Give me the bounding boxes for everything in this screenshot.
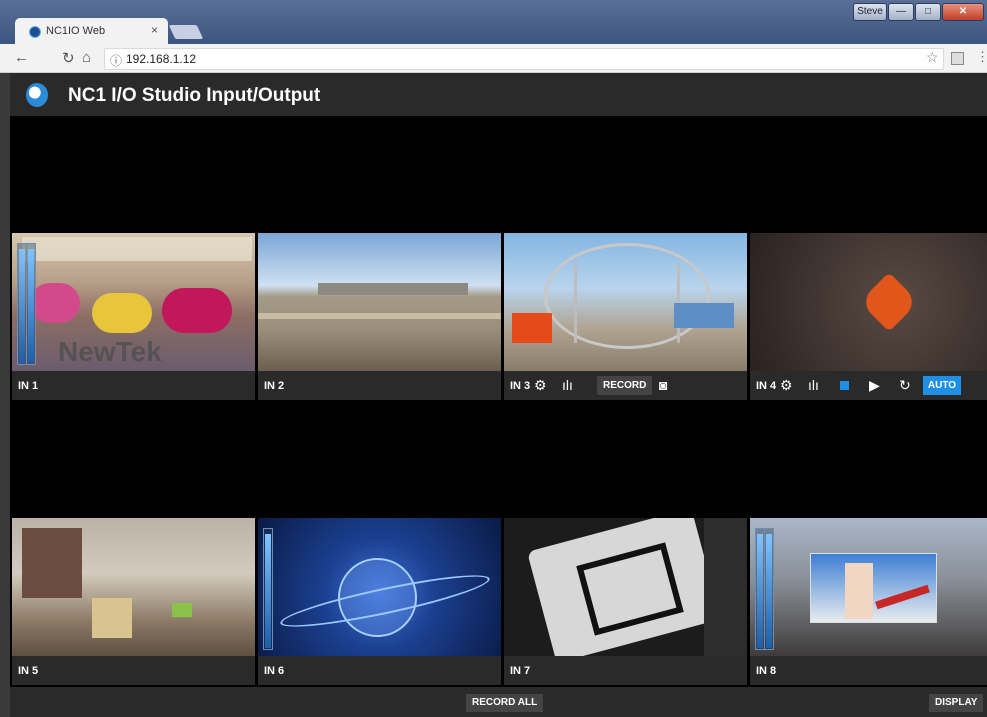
input-bar-8: IN 8 [750,656,987,685]
settings-gear-icon[interactable]: ⚙ [780,377,793,393]
input-label: IN 1 [18,380,39,392]
auto-button[interactable]: AUTO [923,376,961,395]
vu-meter-1b [26,243,36,365]
extension-icon[interactable] [951,52,964,65]
minimize-button[interactable]: — [888,3,914,21]
site-info-icon[interactable]: ⓘ [110,52,122,69]
window-controls: Steve — □ ✕ [853,3,984,21]
app-header: NC1 I/O Studio Input/Output [10,73,987,116]
vu-meter-8b [764,528,774,650]
input-bar-4: IN 4 ⚙ ılı ▶ ↻ AUTO [750,371,987,400]
audio-levels-icon[interactable]: ılı [808,377,819,393]
input-bar-3: IN 3 ⚙ ılı RECORD ◙ [504,371,747,400]
tab-title: NC1IO Web [46,25,106,37]
stop-icon[interactable] [840,381,849,390]
back-arrow-icon[interactable]: ← [14,49,29,66]
url-input[interactable]: ⓘ 192.168.1.12 [104,48,944,70]
new-tab-button[interactable] [168,25,204,39]
settings-gear-icon[interactable]: ⚙ [534,377,547,393]
input-label: IN 5 [18,665,39,677]
audio-levels-icon[interactable]: ılı [562,377,573,393]
video-preview-5[interactable] [12,518,255,656]
newtek-logo-icon [26,83,48,107]
input-bar-7: IN 7 [504,656,747,685]
record-button[interactable]: RECORD [597,376,653,395]
video-preview-8[interactable] [750,518,987,656]
tab-close-button[interactable]: × [151,23,158,37]
app-viewport: NC1 I/O Studio Input/Output NewTek IN 1 … [0,73,987,717]
display-button[interactable]: DISPLAY [929,694,984,712]
input-label: IN 6 [264,665,285,677]
left-edge [0,73,10,717]
input-label: IN 8 [756,665,777,677]
play-icon[interactable]: ▶ [869,377,880,393]
footer-bar: RECORD ALL DISPLAY [10,687,987,717]
video-preview-2[interactable] [258,233,501,371]
menu-kebab-icon[interactable]: ⋮ [976,49,987,65]
video-preview-4[interactable] [750,233,987,371]
input-bar-1: IN 1 [12,371,255,400]
video-preview-6[interactable] [258,518,501,656]
close-window-button[interactable]: ✕ [942,3,984,21]
input-label: IN 4 [756,380,777,392]
snapshot-camera-icon[interactable]: ◙ [659,377,667,393]
newtek-watermark: NewTek [58,336,162,367]
input-bar-6: IN 6 [258,656,501,685]
reload-icon[interactable]: ↻ [62,49,75,67]
video-preview-7[interactable] [504,518,747,656]
url-text: 192.168.1.12 [126,52,197,66]
input-label: IN 7 [510,665,531,677]
record-all-button[interactable]: RECORD ALL [466,694,544,712]
maximize-button[interactable]: □ [915,3,941,21]
video-preview-3[interactable] [504,233,747,371]
newtek-favicon-icon [29,26,41,38]
browser-tab[interactable]: NC1IO Web × [15,18,168,44]
video-preview-1[interactable]: NewTek [12,233,255,371]
input-bar-5: IN 5 [12,656,255,685]
page-title: NC1 I/O Studio Input/Output [68,85,321,106]
vu-meter-6a [263,528,273,650]
input-label: IN 2 [264,380,285,392]
input-bar-2: IN 2 [258,371,501,400]
loop-icon[interactable]: ↻ [899,377,911,393]
bookmark-star-icon[interactable]: ☆ [926,49,939,66]
profile-button[interactable]: Steve [853,3,887,21]
input-label: IN 3 [510,380,531,392]
browser-titlebar: NC1IO Web × Steve — □ ✕ [0,0,987,44]
address-bar: ← ↻ ⌂ ⓘ 192.168.1.12 ☆ ⋮ [0,44,987,73]
home-icon[interactable]: ⌂ [82,49,91,66]
